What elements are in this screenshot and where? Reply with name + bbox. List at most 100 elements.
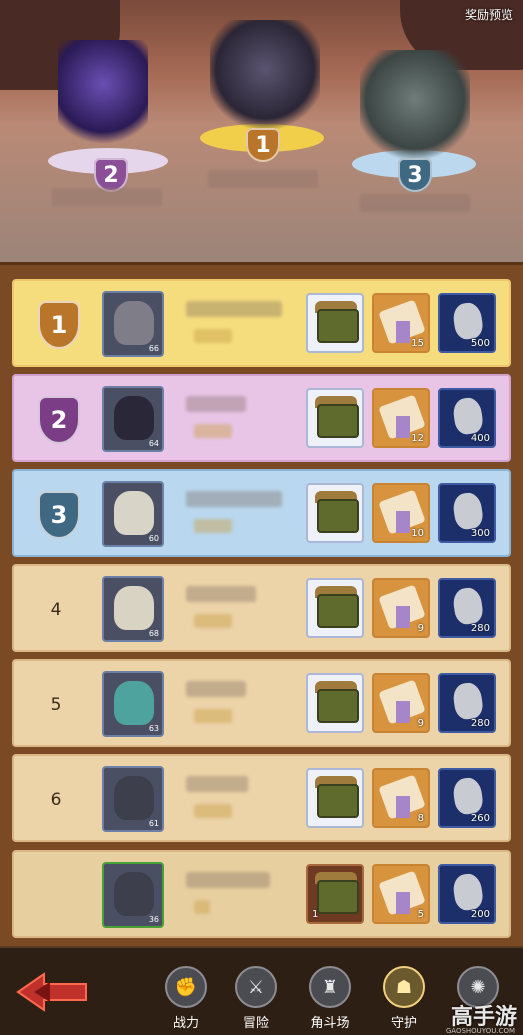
player-score-blurred xyxy=(194,614,232,628)
reward-quantity: 280 xyxy=(470,623,490,634)
rank-shield-icon: 3 xyxy=(38,491,80,539)
avatar-face xyxy=(114,396,154,440)
stone-icon xyxy=(451,872,485,912)
ranking-row-3[interactable]: 3 60 10 300 xyxy=(12,469,511,557)
player-score-blurred xyxy=(194,519,232,533)
reward-scroll[interactable]: 15 xyxy=(372,293,430,353)
nav-label: 角斗场 xyxy=(310,1016,350,1031)
reward-quantity: 12 xyxy=(411,433,424,444)
reward-quantity: 8 xyxy=(417,813,424,824)
reward-scroll[interactable]: 5 xyxy=(372,864,430,924)
avatar-face xyxy=(114,491,154,535)
ranking-row-6[interactable]: 6 61 8 260 xyxy=(12,754,511,842)
chest-body xyxy=(317,689,359,723)
reward-quantity: 1 xyxy=(312,909,319,920)
player-avatar[interactable]: 36 xyxy=(102,862,164,928)
reward-quantity: 200 xyxy=(470,909,490,920)
player-score-blurred xyxy=(194,804,232,818)
reward-preview-link[interactable]: 奖励预览 xyxy=(465,6,513,23)
nav-label: 冒险 xyxy=(242,1016,269,1031)
podium-rank-badge-1: 1 xyxy=(246,128,280,162)
reward-stone[interactable]: 280 xyxy=(438,578,496,638)
reward-quantity: 9 xyxy=(417,718,424,729)
avatar-level: 60 xyxy=(148,534,159,543)
reward-chest[interactable] xyxy=(306,483,364,543)
avatar-face xyxy=(114,776,154,820)
rank-number xyxy=(36,876,76,916)
hero-figure-3 xyxy=(360,50,470,160)
scroll-ribbon xyxy=(396,416,410,438)
reward-quantity: 5 xyxy=(417,909,424,920)
reward-quantity: 500 xyxy=(470,338,490,349)
podium-rank-badge-3: 3 xyxy=(398,158,432,192)
stone-icon xyxy=(451,586,485,626)
reward-chest[interactable] xyxy=(306,388,364,448)
avatar-level: 61 xyxy=(148,819,159,828)
reward-stone[interactable]: 200 xyxy=(438,864,496,924)
reward-chest[interactable] xyxy=(306,578,364,638)
ranking-row-5[interactable]: 5 63 9 280 xyxy=(12,659,511,747)
reward-quantity: 10 xyxy=(411,528,424,539)
back-button[interactable] xyxy=(14,970,90,1014)
podium-name-3 xyxy=(360,194,470,212)
player-avatar[interactable]: 60 xyxy=(102,481,164,547)
reward-scroll[interactable]: 9 xyxy=(372,578,430,638)
reward-stone[interactable]: 260 xyxy=(438,768,496,828)
avatar-level: 63 xyxy=(148,724,159,733)
nav-item-arena[interactable]: ♜ 角斗场 xyxy=(300,966,360,1032)
scroll-ribbon xyxy=(396,701,410,723)
nav-item-guard[interactable]: ☗ 守护 xyxy=(374,966,434,1032)
nav-item-power[interactable]: ✊ 战力 xyxy=(156,966,216,1032)
reward-stone[interactable]: 400 xyxy=(438,388,496,448)
chest-body xyxy=(317,784,359,818)
player-avatar[interactable]: 63 xyxy=(102,671,164,737)
player-avatar[interactable]: 66 xyxy=(102,291,164,357)
ranking-list[interactable]: 1 66 15 500 2 64 12 400 3 60 10 300 4 68… xyxy=(12,279,511,945)
reward-scroll[interactable]: 12 xyxy=(372,388,430,448)
scroll-ribbon xyxy=(396,511,410,533)
player-avatar[interactable]: 64 xyxy=(102,386,164,452)
rank-number: 5 xyxy=(50,695,62,715)
scroll-ribbon xyxy=(396,796,410,818)
reward-chest[interactable]: 1 xyxy=(306,864,364,924)
my-ranking-row[interactable]: 36 1 5 200 xyxy=(12,850,511,938)
scroll-ribbon xyxy=(396,892,410,914)
scroll-ribbon xyxy=(396,606,410,628)
chest-body xyxy=(317,594,359,628)
reward-scroll[interactable]: 9 xyxy=(372,673,430,733)
avatar-level: 68 xyxy=(148,629,159,638)
ranking-row-4[interactable]: 4 68 9 280 xyxy=(12,564,511,652)
chest-body xyxy=(317,499,359,533)
nav-label: 战力 xyxy=(172,1016,199,1031)
hero-figure-2 xyxy=(58,40,148,150)
rank-shield-icon: 2 xyxy=(38,396,80,444)
avatar-face xyxy=(114,681,154,725)
arena-icon: ♜ xyxy=(309,966,351,1008)
reward-stone[interactable]: 500 xyxy=(438,293,496,353)
stone-icon xyxy=(451,776,485,816)
reward-quantity: 260 xyxy=(470,813,490,824)
player-avatar[interactable]: 68 xyxy=(102,576,164,642)
podium-name-1 xyxy=(208,170,318,188)
player-name-blurred xyxy=(186,396,246,412)
reward-stone[interactable]: 280 xyxy=(438,673,496,733)
reward-scroll[interactable]: 8 xyxy=(372,768,430,828)
reward-chest[interactable] xyxy=(306,673,364,733)
stone-icon xyxy=(451,396,485,436)
podium-scene: 奖励预览 2 1 3 xyxy=(0,0,523,262)
crossed-axes-icon: ⚔ xyxy=(235,966,277,1008)
ranking-row-2[interactable]: 2 64 12 400 xyxy=(12,374,511,462)
avatar-face xyxy=(114,301,154,345)
reward-scroll[interactable]: 10 xyxy=(372,483,430,543)
player-name-blurred xyxy=(186,776,248,792)
reward-chest[interactable] xyxy=(306,293,364,353)
reward-stone[interactable]: 300 xyxy=(438,483,496,543)
reward-chest[interactable] xyxy=(306,768,364,828)
player-avatar[interactable]: 61 xyxy=(102,766,164,832)
reward-quantity: 300 xyxy=(470,528,490,539)
avatar-level: 64 xyxy=(148,439,159,448)
nav-item-adventure[interactable]: ⚔ 冒险 xyxy=(226,966,286,1032)
player-name-blurred xyxy=(186,301,282,317)
ranking-row-1[interactable]: 1 66 15 500 xyxy=(12,279,511,367)
player-score-blurred xyxy=(194,900,210,914)
